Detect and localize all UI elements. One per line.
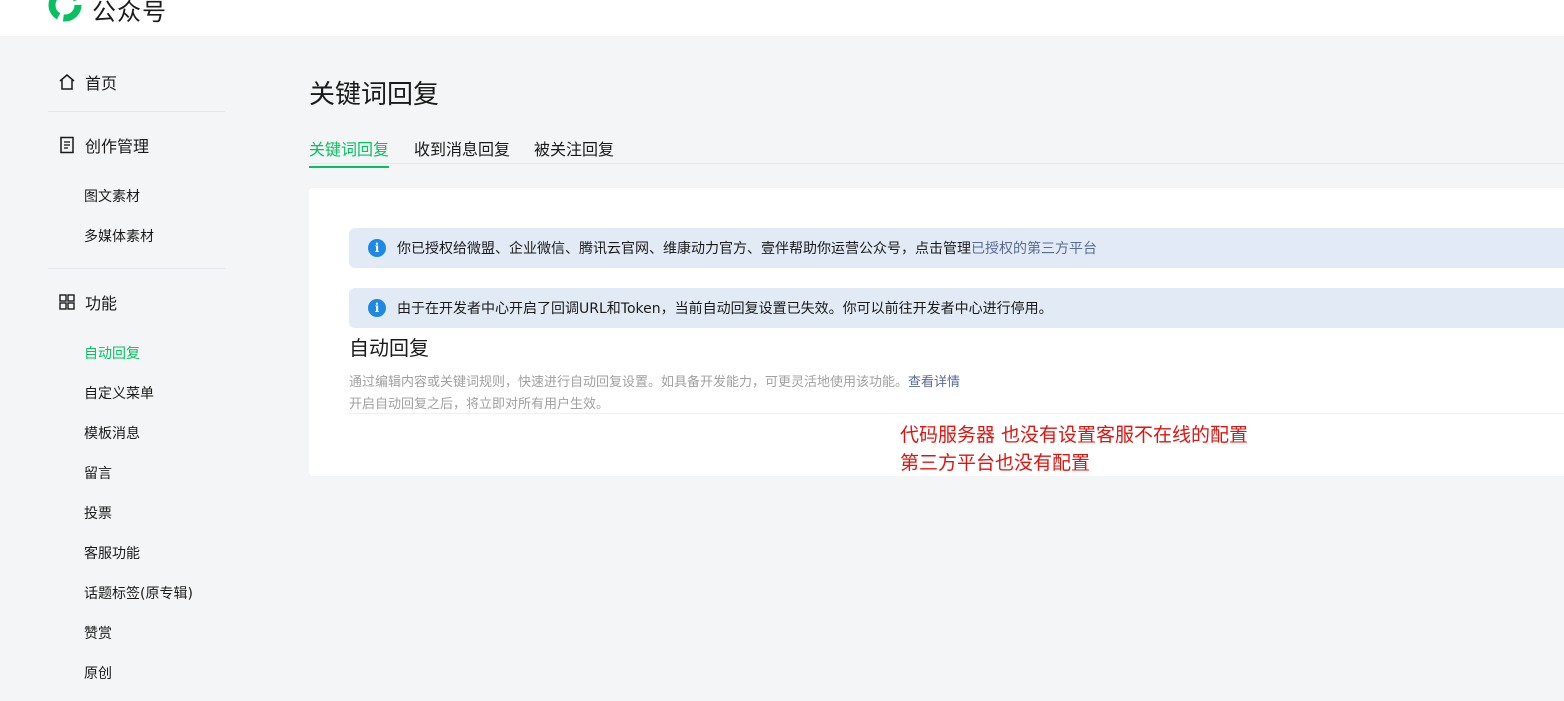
- notice-text: 你已授权给微盟、企业微信、腾讯云官网、维康动力官方、壹伴帮助你运营公众号，点击管…: [397, 241, 971, 257]
- sidebar-item-custom-menu[interactable]: 自定义菜单: [84, 383, 154, 403]
- sidebar-item-image-text-material[interactable]: 图文素材: [84, 186, 140, 206]
- sidebar-item-label: 功能: [85, 294, 118, 313]
- sidebar-item-home[interactable]: 首页: [58, 70, 117, 94]
- sidebar-item-vote[interactable]: 投票: [84, 503, 112, 523]
- view-details-link[interactable]: 查看详情: [908, 375, 960, 390]
- sidebar-divider: [48, 268, 225, 269]
- sidebar-divider: [48, 111, 225, 112]
- sidebar-item-comments[interactable]: 留言: [84, 463, 112, 483]
- description-text: 通过编辑内容或关键词规则，快速进行自动回复设置。如具备开发能力，可更灵活地使用该…: [349, 375, 909, 390]
- sidebar-item-topic-tags[interactable]: 话题标签(原专辑): [84, 583, 193, 603]
- page-title: 关键词回复: [309, 80, 440, 110]
- tab-bar: 关键词回复 收到消息回复 被关注回复: [309, 134, 1564, 168]
- sidebar-item-template-message[interactable]: 模板消息: [84, 423, 140, 443]
- brand-text[interactable]: 公众号: [92, 0, 167, 27]
- sidebar-item-reward[interactable]: 赞赏: [84, 623, 112, 643]
- top-bar: 公众号: [0, 0, 1564, 36]
- authorization-notice: i 你已授权给微盟、企业微信、腾讯云官网、维康动力官方、壹伴帮助你运营公众号，点…: [349, 228, 1564, 268]
- annotation-line-1: 代码服务器 也没有设置客服不在线的配置: [900, 424, 1249, 446]
- wechat-official-logo-icon[interactable]: [48, 0, 82, 22]
- sidebar-item-creation[interactable]: 创作管理: [58, 133, 149, 157]
- section-description-2: 开启自动回复之后，将立即对所有用户生效。: [349, 397, 610, 412]
- section-title: 自动回复: [349, 336, 429, 360]
- info-icon: i: [368, 299, 386, 317]
- callback-notice: i 由于在开发者中心开启了回调URL和Token，当前自动回复设置已失效。你可以…: [349, 288, 1564, 328]
- annotation-line-2: 第三方平台也没有配置: [900, 452, 1091, 474]
- third-party-platform-link[interactable]: 已授权的第三方平台: [971, 238, 1097, 258]
- sidebar-item-label: 创作管理: [85, 137, 150, 156]
- section-description: 通过编辑内容或关键词规则，快速进行自动回复设置。如具备开发能力，可更灵活地使用该…: [349, 371, 960, 390]
- sidebar-item-original[interactable]: 原创: [84, 663, 112, 683]
- sidebar-item-label: 首页: [85, 74, 118, 93]
- document-icon: [60, 136, 74, 154]
- home-icon: [59, 74, 75, 90]
- tab-keyword-reply[interactable]: 关键词回复: [309, 136, 390, 168]
- tab-message-reply[interactable]: 收到消息回复: [414, 136, 510, 166]
- sidebar-item-customer-service[interactable]: 客服功能: [84, 543, 140, 563]
- sidebar-item-features[interactable]: 功能: [58, 290, 117, 314]
- notice-text: 由于在开发者中心开启了回调URL和Token，当前自动回复设置已失效。你可以前往…: [397, 301, 1053, 317]
- sidebar-item-multimedia-material[interactable]: 多媒体素材: [84, 226, 154, 246]
- grid-icon: [59, 294, 75, 310]
- info-icon: i: [368, 239, 386, 257]
- card-divider: [349, 413, 1564, 414]
- sidebar-item-auto-reply[interactable]: 自动回复: [84, 343, 140, 363]
- tab-follow-reply[interactable]: 被关注回复: [534, 136, 614, 166]
- sidebar: 首页 创作管理 图文素材 多媒体素材 功能 自动回复 自定义菜单 模板消息 留言…: [0, 36, 250, 701]
